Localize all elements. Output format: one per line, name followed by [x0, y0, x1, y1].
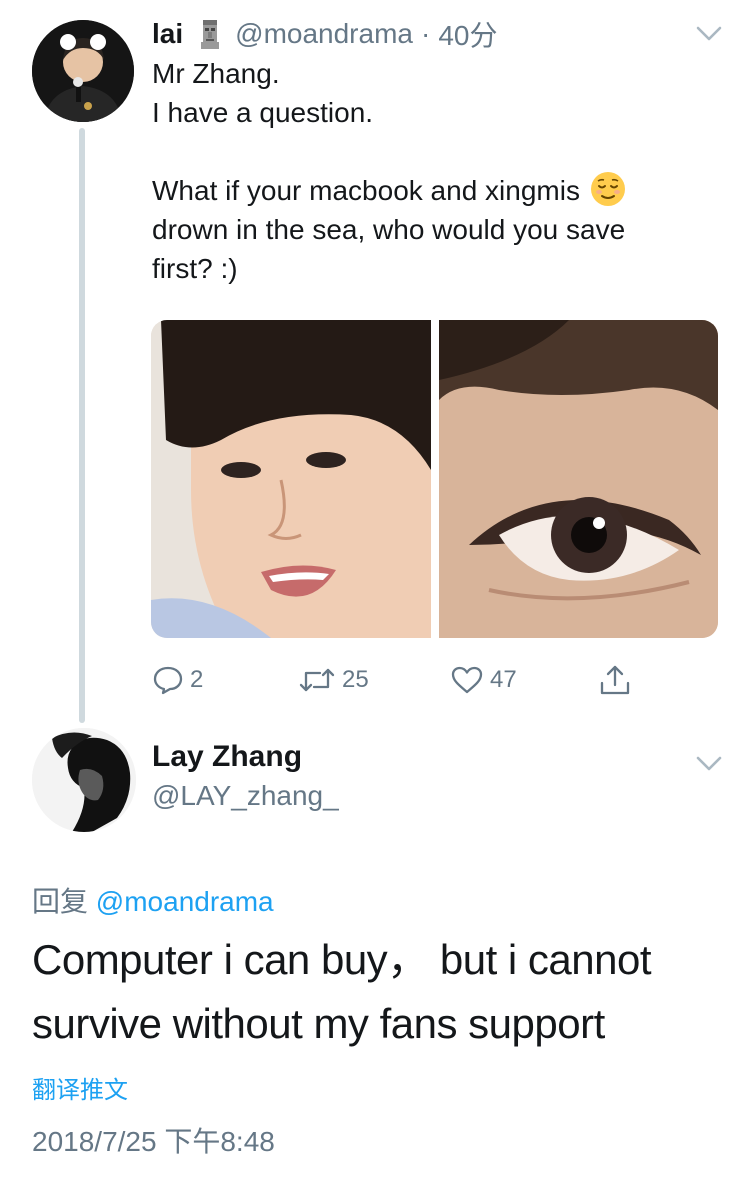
moai-icon — [197, 18, 223, 50]
translate-tweet-link[interactable]: 翻译推文 — [32, 1070, 128, 1105]
reply-line: Computer i can buy， but i cannot — [32, 936, 652, 983]
share-action[interactable] — [598, 660, 632, 700]
tweet-line-blank — [152, 132, 712, 171]
photo-divider — [431, 320, 439, 638]
tweet-header: lai @moandrama · 40分 — [152, 14, 497, 54]
retweet-count: 25 — [342, 666, 369, 693]
relieved-face-emoji — [590, 171, 626, 207]
heart-icon — [451, 666, 483, 694]
like-count: 47 — [490, 666, 517, 693]
tweet-line: What if your macbook and xingmis — [152, 171, 712, 210]
reply-line: survive without my fans support — [32, 1000, 605, 1047]
chevron-down-icon[interactable] — [694, 752, 724, 774]
author-name[interactable]: lai — [152, 18, 183, 50]
author-handle[interactable]: @moandrama — [235, 18, 413, 50]
reply-action[interactable]: 2 — [152, 660, 203, 700]
tweet-line: first? :) — [152, 253, 238, 284]
author-handle[interactable]: @LAY_zhang_ — [152, 780, 339, 812]
replying-to: 回复 @moandrama — [32, 880, 274, 920]
tweet-line: I have a question. — [152, 97, 374, 128]
like-action[interactable]: 47 — [450, 660, 517, 700]
avatar-lai[interactable] — [32, 20, 134, 122]
thread-line — [79, 128, 85, 723]
avatar-photo — [32, 20, 134, 122]
tweet-time: 40分 — [438, 20, 498, 51]
reply-prefix: 回复 — [32, 886, 89, 917]
photo-face[interactable] — [151, 320, 431, 638]
chevron-down-icon[interactable] — [694, 22, 724, 44]
tweet-timestamp: 2018/7/25 下午8:48 — [32, 1126, 275, 1157]
avatar-lay-zhang[interactable] — [32, 728, 136, 832]
tweet-line: Mr Zhang. — [152, 58, 280, 89]
tweet-photos — [151, 320, 718, 638]
author-name[interactable]: Lay Zhang — [152, 740, 302, 774]
reply-count: 2 — [190, 666, 204, 693]
comment-icon — [153, 666, 183, 695]
photo-eye-closeup[interactable] — [439, 320, 718, 638]
retweet-icon — [299, 668, 335, 692]
retweet-action[interactable]: 25 — [298, 660, 369, 700]
reply-text: Computer i can buy， but i cannot survive… — [32, 928, 722, 1056]
tweet-line: drown in the sea, who would you save — [152, 214, 626, 245]
share-icon — [600, 665, 630, 695]
dot-separator: · — [420, 18, 431, 49]
tweet-text: Mr Zhang. I have a question. What if you… — [152, 54, 712, 288]
avatar-photo — [32, 728, 136, 832]
reply-mention-link[interactable]: @moandrama — [96, 886, 274, 917]
